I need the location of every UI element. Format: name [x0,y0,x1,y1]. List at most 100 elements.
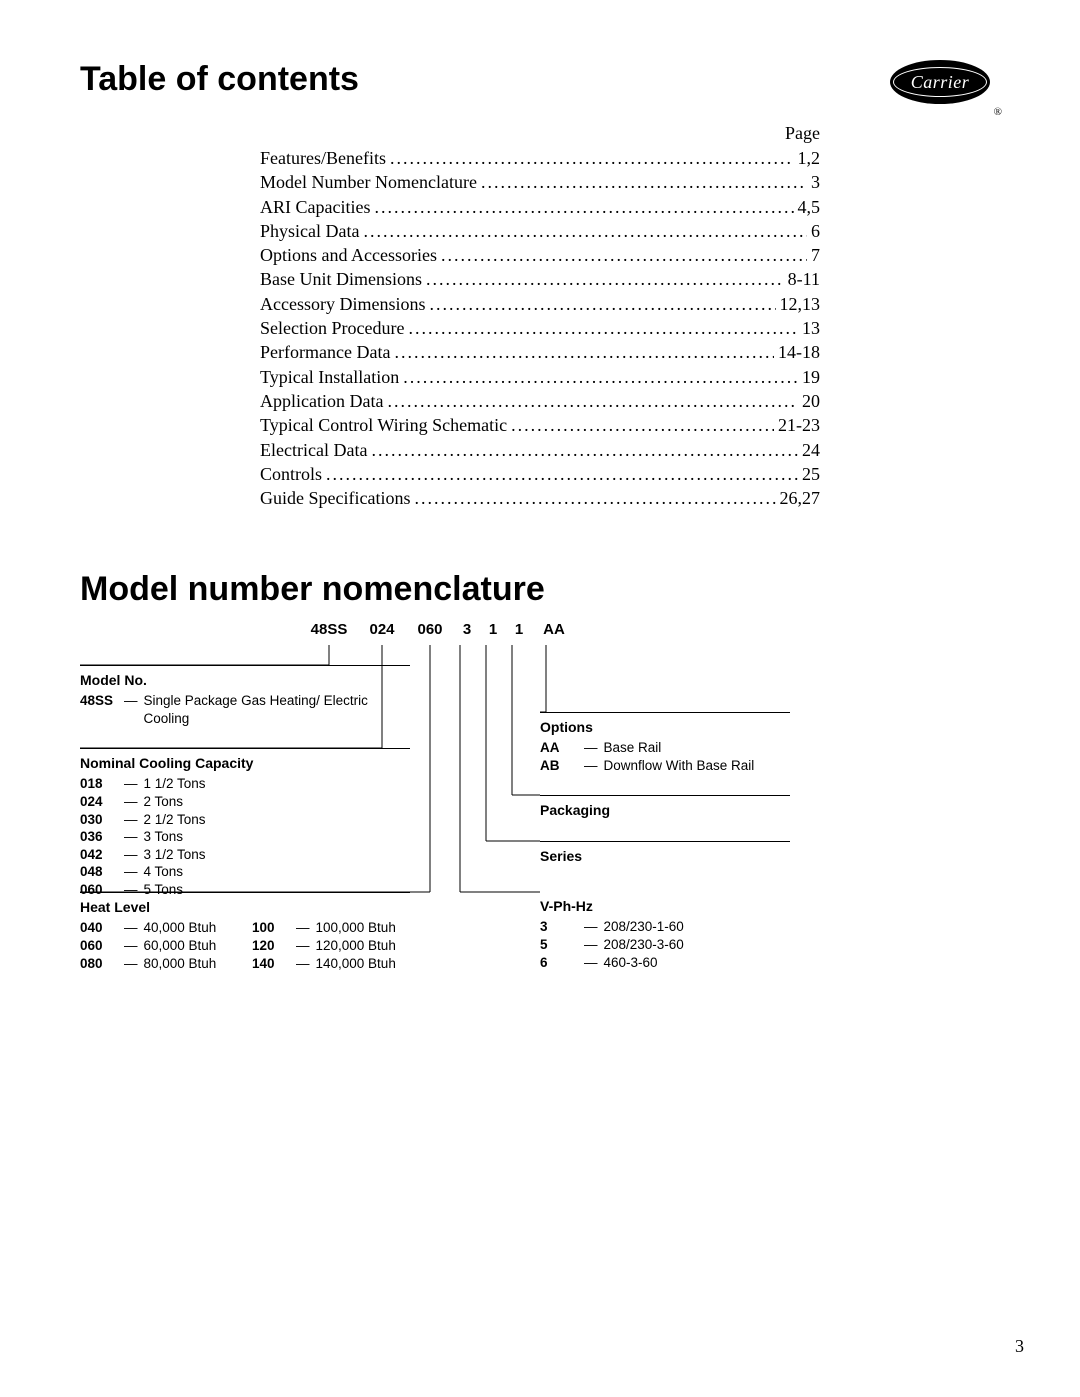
dash: — [124,955,138,973]
registered-symbol: ® [994,106,1002,118]
model-no-title: Model No. [80,672,410,688]
toc-entry-page: 7 [811,243,820,267]
toc-row: Electrical Data 24 [260,438,820,462]
toc-entry-page: 1,2 [798,146,821,170]
nomenclature-item: 48SS—Single Package Gas Heating/ Electri… [80,692,410,727]
toc-dots [441,243,807,267]
toc-entry-page: 24 [802,438,820,462]
toc-row: Application Data 20 [260,389,820,413]
toc-entry-page: 4,5 [798,195,821,219]
toc-heading: Table of contents [80,60,359,99]
nomenclature-code: 024 [80,793,118,811]
nomenclature-desc: 80,000 Btuh [144,955,239,973]
series-box: Series [540,841,790,864]
dash: — [296,919,310,937]
toc-entry-page: 19 [802,365,820,389]
model-code-row: 48SS 024 060 3 1 1 AA [80,621,780,638]
dash: — [584,757,598,775]
toc-entry-page: 12,13 [780,292,821,316]
nomenclature-desc: 3 Tons [144,828,411,846]
toc-dots [481,170,807,194]
nomenclature-heading: Model number nomenclature [80,570,1000,609]
toc-row: Typical Installation19 [260,365,820,389]
nomenclature-desc: Base Rail [604,739,791,757]
code-packaging: 1 [506,621,532,638]
nomenclature-item: 060—60,000 Btuh [80,937,238,955]
dash: — [296,937,310,955]
toc-entry-page: 8-11 [788,267,820,291]
nomenclature-item: 018—1 1/2 Tons [80,775,410,793]
toc-dots [403,365,798,389]
nomenclature-code: 6 [540,954,578,972]
nomenclature-item: 024—2 Tons [80,793,410,811]
code-vph: 3 [454,621,480,638]
carrier-logo: Carrier ® [890,60,1000,116]
dash: — [124,811,138,829]
toc-dots [429,292,775,316]
toc-dots [326,462,798,486]
code-options: AA [532,621,576,638]
dash: — [124,793,138,811]
toc-dots [414,486,775,510]
toc-entry-label: Controls [260,462,322,486]
toc-row: Options and Accessories7 [260,243,820,267]
nomenclature-diagram: 48SS 024 060 3 1 1 AA Model No. 48 [80,621,780,638]
nomenclature-code: 018 [80,775,118,793]
options-title: Options [540,719,790,735]
vph-box: V-Ph-Hz 3—208/230-1-605—208/230-3-606—46… [540,892,790,971]
nomenclature-desc: 1 1/2 Tons [144,775,411,793]
dash: — [124,828,138,846]
nomenclature-item: 100—100,000 Btuh [252,919,410,937]
dash: — [124,846,138,864]
nomenclature-code: 048 [80,863,118,881]
toc-row: Physical Data 6 [260,219,820,243]
toc-entry-label: Application Data [260,389,383,413]
nomenclature-item: AB—Downflow With Base Rail [540,757,790,775]
nomenclature-desc: 40,000 Btuh [144,919,239,937]
dash: — [584,918,598,936]
toc-entry-label: Features/Benefits [260,146,386,170]
toc-dots [511,413,774,437]
nomenclature-code: 080 [80,955,118,973]
heat-level-title: Heat Level [80,899,410,915]
page-number: 3 [1015,1336,1024,1357]
vph-title: V-Ph-Hz [540,898,790,914]
code-cooling: 024 [358,621,406,638]
nomenclature-desc: 3 1/2 Tons [144,846,411,864]
toc-entry-page: 6 [811,219,820,243]
toc-entry-page: 26,27 [780,486,821,510]
toc-entry-page: 21-23 [778,413,820,437]
toc-dots [426,267,784,291]
nomenclature-code: 030 [80,811,118,829]
toc-entry-label: Physical Data [260,219,359,243]
dash: — [124,692,138,727]
nomenclature-desc: 140,000 Btuh [316,955,411,973]
options-box: Options AA—Base RailAB—Downflow With Bas… [540,712,790,774]
toc-entry-page: 25 [802,462,820,486]
model-no-box: Model No. 48SS—Single Package Gas Heatin… [80,665,410,727]
nomenclature-code: AB [540,757,578,775]
nomenclature-desc: 460-3-60 [604,954,791,972]
toc-dots [363,219,807,243]
nomenclature-desc: 120,000 Btuh [316,937,411,955]
dash: — [584,954,598,972]
toc-entry-label: Typical Control Wiring Schematic [260,413,507,437]
toc-entry-label: Electrical Data [260,438,367,462]
nomenclature-code: 5 [540,936,578,954]
toc-entry-page: 13 [802,316,820,340]
nomenclature-item: 140—140,000 Btuh [252,955,410,973]
toc-entry-page: 20 [802,389,820,413]
nomenclature-item: 042—3 1/2 Tons [80,846,410,864]
nomenclature-item: 030—2 1/2 Tons [80,811,410,829]
table-of-contents: Page Features/Benefits1,2Model Number No… [260,123,820,510]
toc-row: Selection Procedure13 [260,316,820,340]
toc-page-label: Page [260,123,820,144]
code-series: 1 [480,621,506,638]
dash: — [584,936,598,954]
dash: — [584,739,598,757]
toc-entry-label: Guide Specifications [260,486,410,510]
toc-row: Base Unit Dimensions8-11 [260,267,820,291]
toc-dots [371,438,798,462]
nomenclature-code: 036 [80,828,118,846]
toc-entry-page: 14-18 [778,340,820,364]
